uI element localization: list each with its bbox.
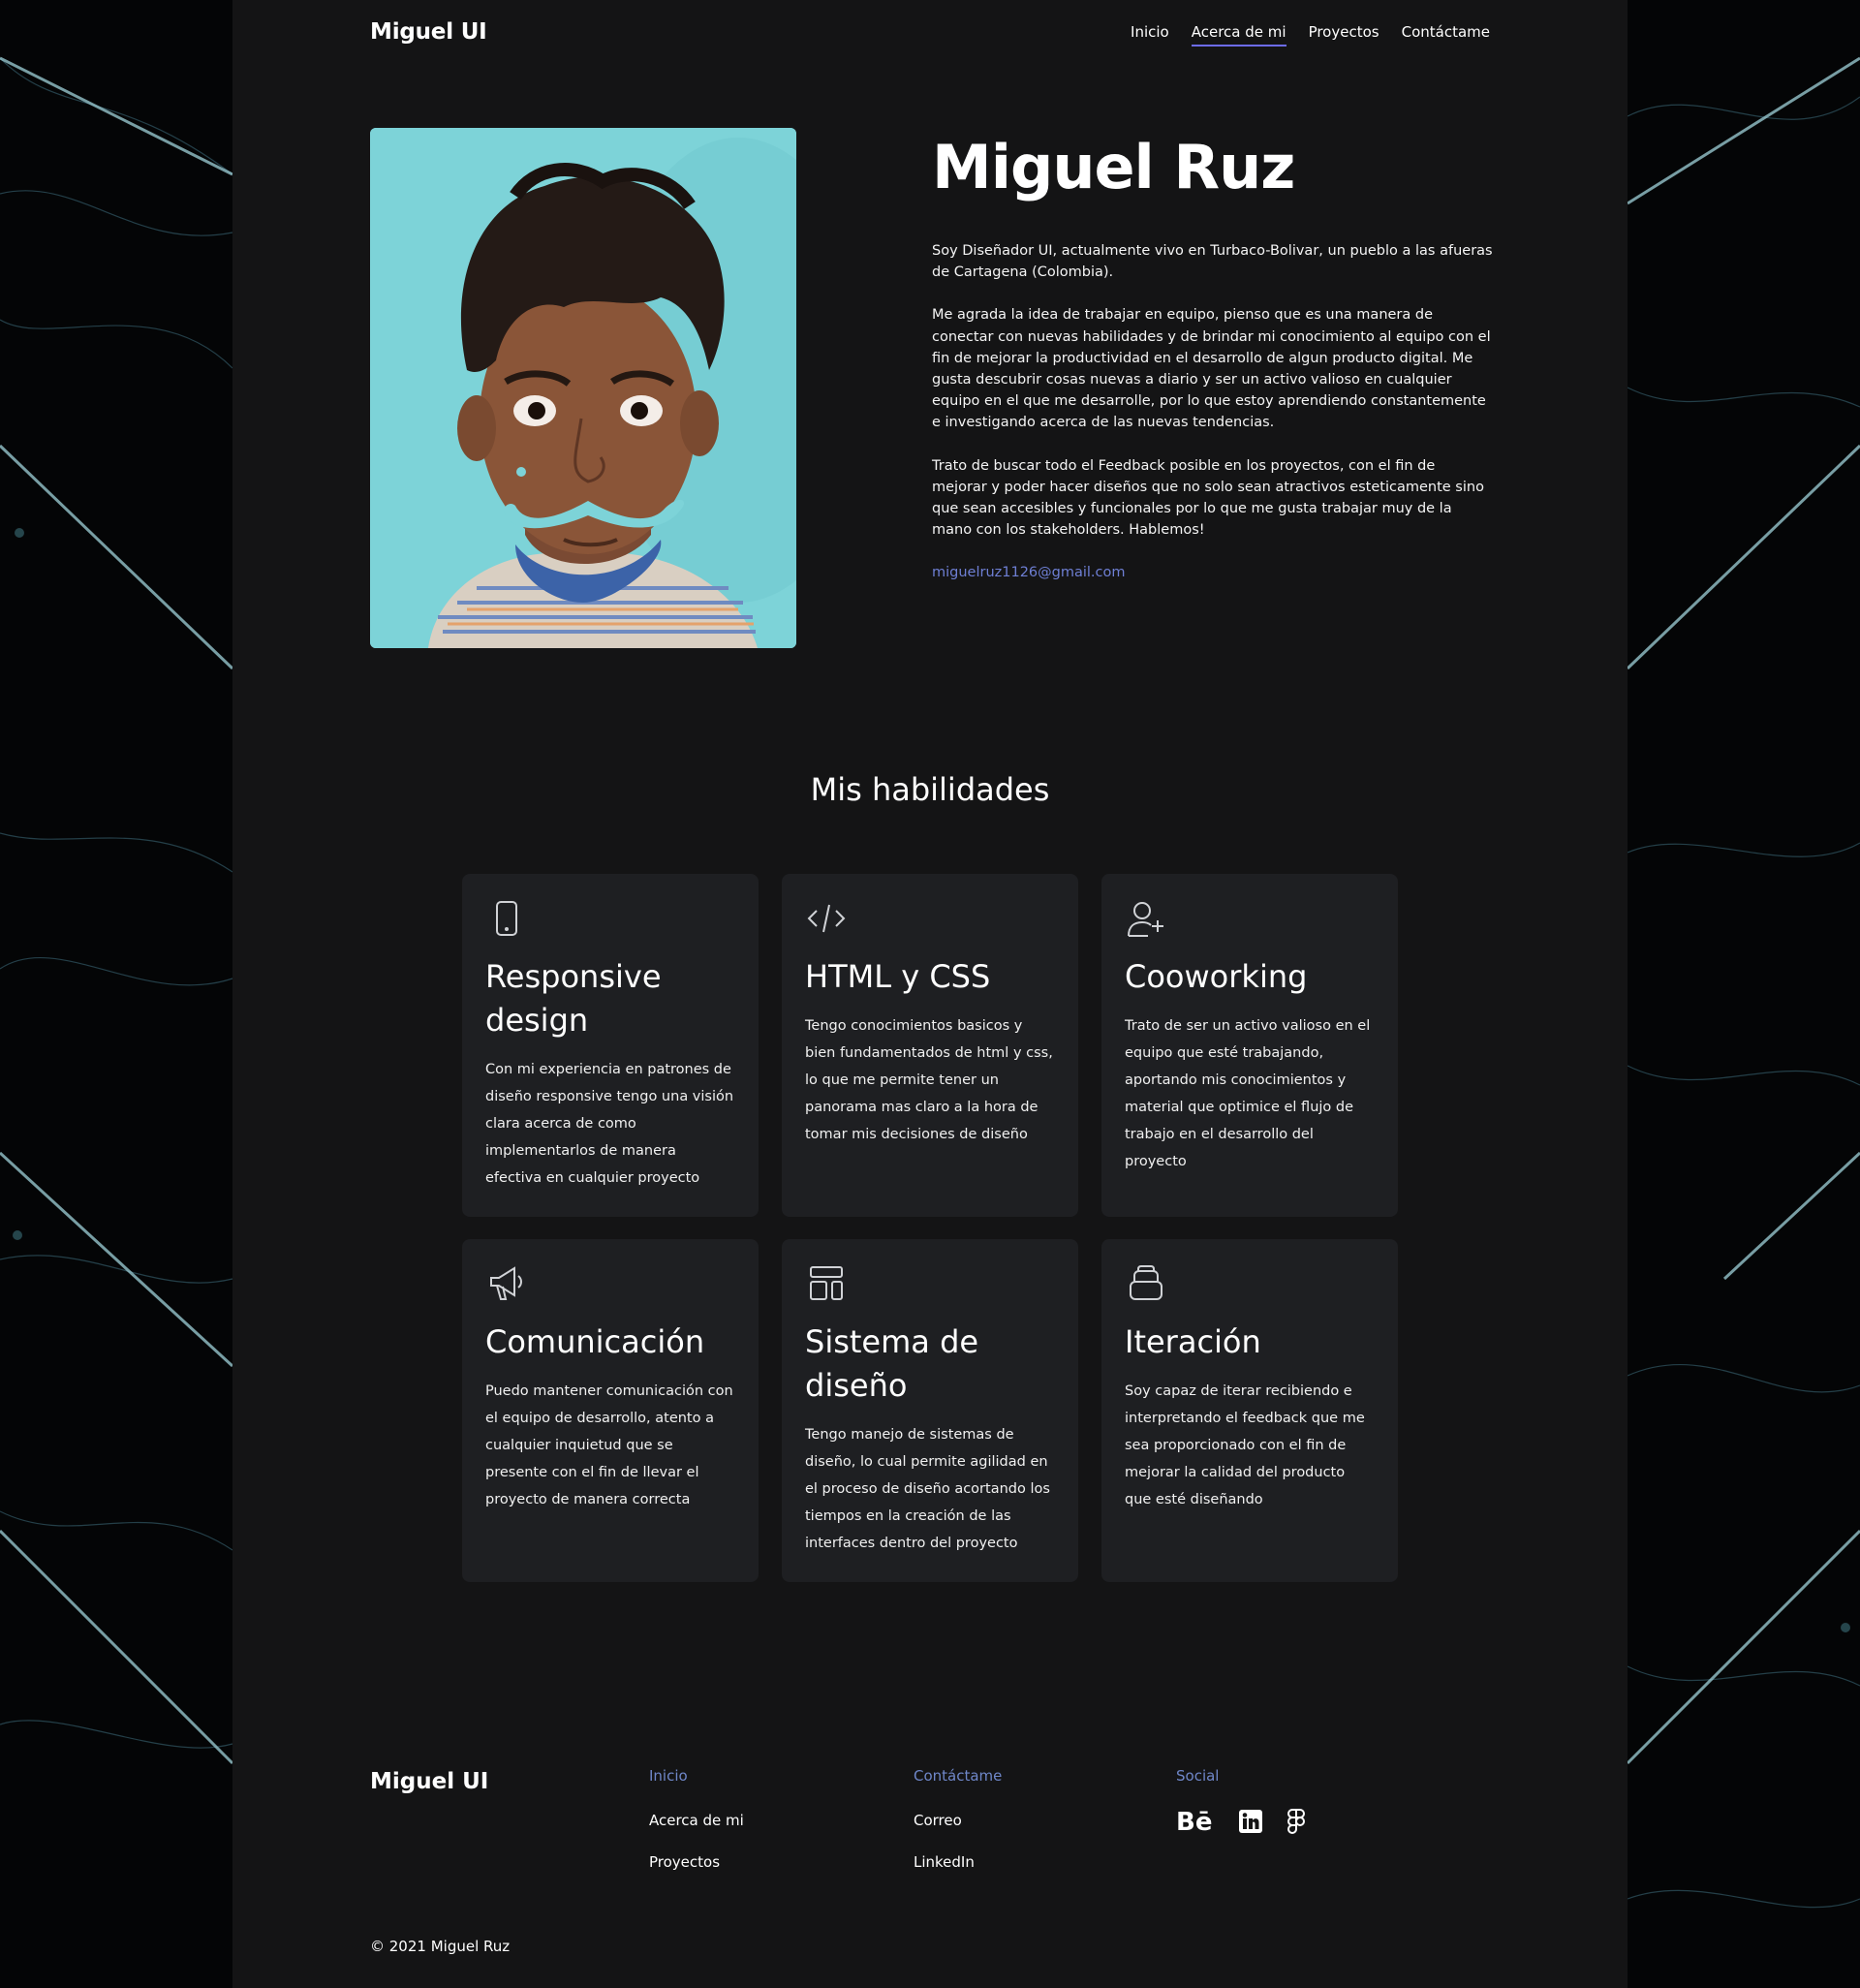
- bio-paragraph-3: Trato de buscar todo el Feedback posible…: [932, 457, 1484, 539]
- page-container: Miguel UI Inicio Acerca de mi Proyectos …: [232, 0, 1628, 1988]
- skill-card-html-css: HTML y CSS Tengo conocimientos basicos y…: [782, 874, 1078, 1217]
- nav-contactame[interactable]: Contáctame: [1402, 23, 1490, 47]
- skill-text: Tengo conocimientos basicos y bien funda…: [805, 1018, 1053, 1142]
- social-icons: Bē: [1176, 1808, 1306, 1835]
- skill-text: Puedo mantener comunicación con el equip…: [485, 1383, 733, 1507]
- skill-title: Responsive design: [485, 958, 662, 1039]
- skills-title: Mis habilidades: [810, 771, 1050, 808]
- skill-text: Soy capaz de iterar recibiendo e interpr…: [1125, 1383, 1365, 1507]
- figma-icon[interactable]: [1286, 1808, 1306, 1835]
- skill-title: HTML y CSS: [805, 958, 991, 995]
- brand-logo[interactable]: Miguel UI: [370, 19, 487, 45]
- footer-heading-social: Social: [1176, 1767, 1220, 1785]
- skill-text: Trato de ser un activo valioso en el equ…: [1125, 1018, 1371, 1169]
- footer-link-linkedin[interactable]: LinkedIn: [914, 1853, 1002, 1871]
- megaphone-icon: [490, 1266, 522, 1300]
- nav-inicio[interactable]: Inicio: [1131, 23, 1169, 47]
- skill-title: Iteración: [1125, 1323, 1261, 1360]
- hero-bio: Soy Diseñador UI, actualmente vivo en Tu…: [932, 240, 1494, 580]
- bio-paragraph-1: Soy Diseñador UI, actualmente vivo en Tu…: [932, 243, 1493, 281]
- linkedin-icon[interactable]: [1238, 1809, 1263, 1834]
- footer-link-correo[interactable]: Correo: [914, 1812, 1002, 1829]
- user-plus-icon: [1128, 902, 1163, 937]
- nav-acerca-de-mi[interactable]: Acerca de mi: [1191, 23, 1286, 47]
- layout-icon: [810, 1266, 843, 1300]
- stack-icon: [1130, 1265, 1162, 1300]
- nav-proyectos[interactable]: Proyectos: [1309, 23, 1380, 47]
- main-nav: Inicio Acerca de mi Proyectos Contáctame: [1131, 23, 1490, 47]
- email-link[interactable]: miguelruz1126@gmail.com: [932, 565, 1126, 580]
- skill-card-responsive: Responsive design Con mi experiencia en …: [462, 874, 759, 1217]
- skill-text: Con mi experiencia en patrones de diseño…: [485, 1062, 734, 1186]
- skill-card-comunicacion: Comunicación Puedo mantener comunicación…: [462, 1239, 759, 1582]
- footer-col-contacto: Contáctame Correo LinkedIn: [914, 1767, 1002, 1895]
- footer-col-social: Social Bē: [1176, 1767, 1306, 1835]
- footer-heading-inicio[interactable]: Inicio: [649, 1767, 744, 1785]
- code-icon: [807, 904, 846, 933]
- svg-text:Bē: Bē: [1176, 1809, 1212, 1834]
- behance-icon[interactable]: Bē: [1176, 1809, 1215, 1834]
- skill-card-cooworking: Cooworking Trato de ser un activo valios…: [1101, 874, 1398, 1217]
- profile-photo: [370, 128, 796, 648]
- skill-title: Cooworking: [1125, 958, 1308, 995]
- skill-title: Sistema de diseño: [805, 1323, 979, 1404]
- smartphone-icon: [496, 901, 517, 936]
- copyright: © 2021 Miguel Ruz: [370, 1938, 511, 1955]
- skill-text: Tengo manejo de sistemas de diseño, lo c…: [805, 1427, 1050, 1551]
- footer-brand[interactable]: Miguel UI: [370, 1769, 488, 1794]
- skill-card-sistema-diseno: Sistema de diseño Tengo manejo de sistem…: [782, 1239, 1078, 1582]
- footer-col-inicio: Inicio Acerca de mi Proyectos: [649, 1767, 744, 1895]
- footer-link-acerca[interactable]: Acerca de mi: [649, 1812, 744, 1829]
- hero-name: Miguel Ruz: [932, 132, 1295, 202]
- footer-heading-contactame[interactable]: Contáctame: [914, 1767, 1002, 1785]
- skill-card-iteracion: Iteración Soy capaz de iterar recibiendo…: [1101, 1239, 1398, 1582]
- bio-paragraph-2: Me agrada la idea de trabajar en equipo,…: [932, 307, 1491, 431]
- footer-link-proyectos[interactable]: Proyectos: [649, 1853, 744, 1871]
- skill-title: Comunicación: [485, 1323, 705, 1360]
